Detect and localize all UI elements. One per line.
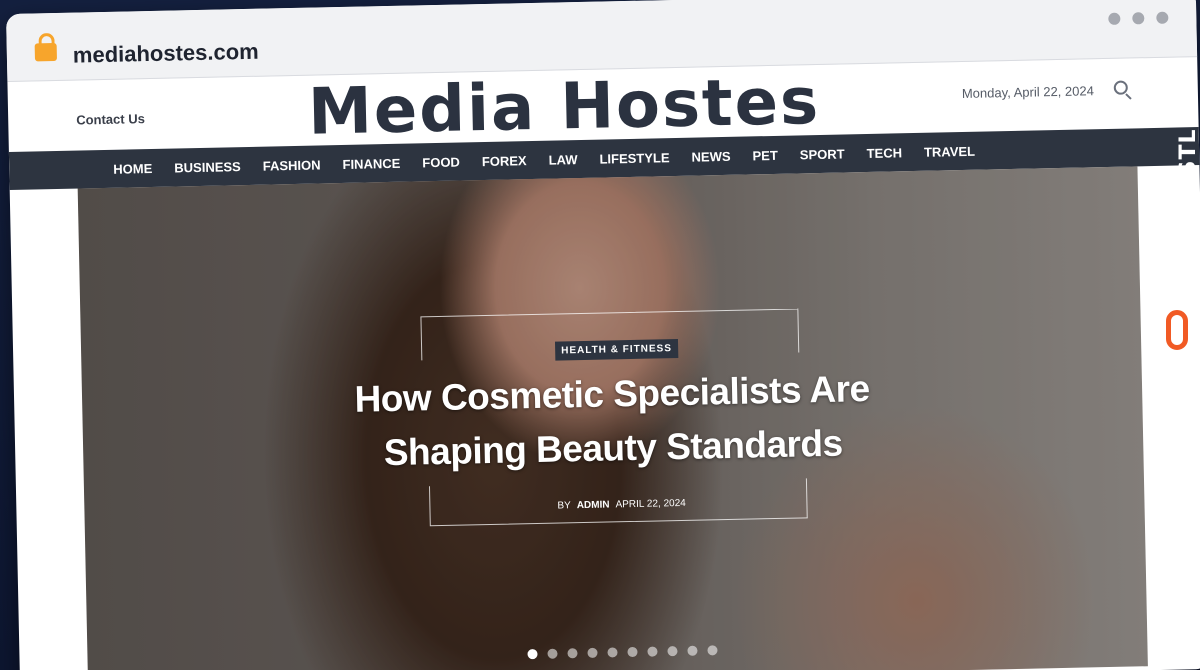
nav-item-law[interactable]: LAW (548, 152, 577, 168)
slider-dot[interactable] (587, 647, 598, 658)
nav-item-fashion[interactable]: FASHION (263, 157, 321, 173)
nav-item-news[interactable]: NEWS (691, 148, 730, 164)
nav-item-food[interactable]: FOOD (422, 154, 460, 170)
website: Contact Us Media Hostes Monday, April 22… (7, 57, 1200, 670)
url-text[interactable]: mediahostes.com (73, 39, 259, 69)
window-dot-icon[interactable] (1132, 12, 1145, 25)
slider-dot[interactable] (527, 649, 538, 660)
slider-dot[interactable] (547, 648, 558, 659)
contact-link[interactable]: Contact Us (76, 111, 145, 127)
hero-slide[interactable]: HEALTH & FITNESS How Cosmetic Specialist… (77, 166, 1148, 670)
browser-window: mediahostes.com Contact Us Media Hostes … (6, 0, 1200, 670)
nav-item-finance[interactable]: FINANCE (342, 155, 400, 171)
by-label: BY (557, 500, 571, 512)
window-dot-icon[interactable] (1108, 12, 1121, 25)
slider-dot[interactable] (627, 646, 638, 658)
category-badge[interactable]: HEALTH & FITNESS (554, 339, 679, 361)
slider-dot[interactable] (647, 646, 658, 657)
nav-item-sport[interactable]: SPORT (800, 146, 845, 162)
window-dot-icon[interactable] (1156, 11, 1169, 24)
search-icon[interactable] (1113, 80, 1128, 95)
watermark-text: GUESTPOSTLINKS (1176, 65, 1200, 300)
slider-dot[interactable] (667, 646, 678, 657)
nav-item-home[interactable]: HOME (113, 160, 152, 176)
author-link[interactable]: ADMIN (577, 499, 610, 511)
window-controls (1108, 11, 1169, 25)
nav-item-tech[interactable]: TECH (866, 145, 902, 161)
post-date: APRIL 22, 2024 (615, 497, 686, 511)
guestpostlinks-watermark: GUESTPOSTLINKS (1156, 60, 1200, 360)
nav-item-business[interactable]: BUSINESS (174, 159, 241, 175)
slider-dot[interactable] (607, 647, 618, 658)
hero-title[interactable]: How Cosmetic Specialists Are Shaping Bea… (332, 362, 894, 482)
nav-item-travel[interactable]: TRAVEL (924, 143, 975, 159)
header-date: Monday, April 22, 2024 (961, 83, 1095, 101)
link-icon (1166, 310, 1188, 350)
slider-dot[interactable] (687, 645, 698, 656)
lock-icon (34, 42, 57, 62)
site-logo[interactable]: Media Hostes (307, 65, 820, 150)
slider-dot[interactable] (567, 648, 578, 659)
slider-dot[interactable] (707, 645, 718, 656)
nav-item-pet[interactable]: PET (752, 147, 778, 163)
nav-item-lifestyle[interactable]: LIFESTYLE (599, 150, 669, 166)
nav-item-forex[interactable]: FOREX (482, 153, 527, 169)
